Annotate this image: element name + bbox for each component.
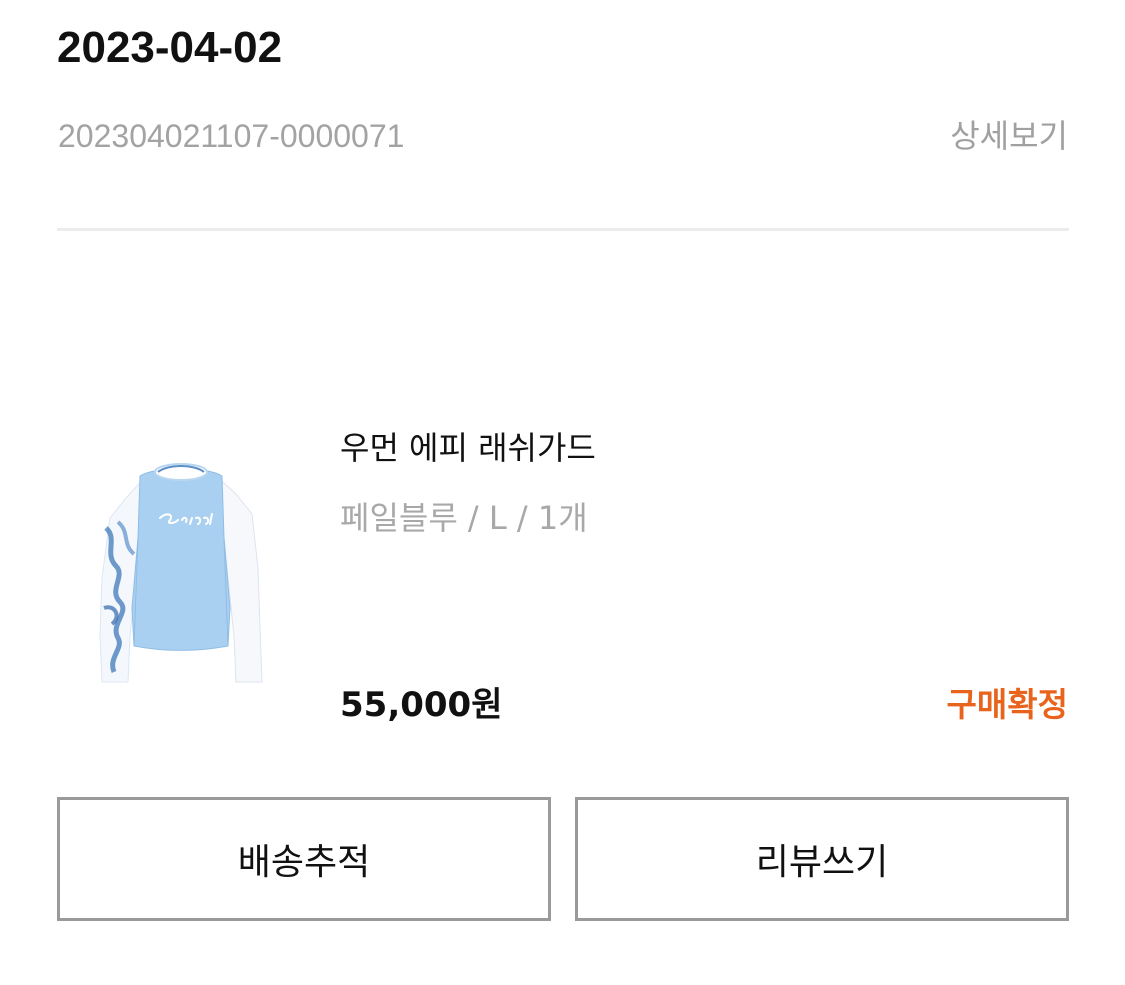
write-review-button[interactable]: 리뷰쓰기 bbox=[575, 797, 1069, 921]
track-delivery-button[interactable]: 배송추적 bbox=[57, 797, 551, 921]
write-review-label: 리뷰쓰기 bbox=[755, 842, 889, 883]
track-delivery-label: 배송추적 bbox=[237, 842, 371, 883]
view-details-link[interactable]: 상세보기 bbox=[950, 114, 1068, 158]
rash-guard-image bbox=[99, 463, 263, 683]
divider bbox=[57, 228, 1069, 231]
order-status: 구매확정 bbox=[946, 685, 1068, 724]
product-name[interactable]: 우먼 에피 래쉬가드 bbox=[340, 426, 596, 470]
product-image[interactable] bbox=[96, 458, 266, 686]
order-number: 202304021107-0000071 bbox=[58, 118, 405, 154]
order-date: 2023-04-02 bbox=[57, 23, 283, 72]
product-option: 페일블루 / L / 1개 bbox=[340, 499, 588, 537]
product-price: 55,000원 bbox=[340, 685, 503, 725]
